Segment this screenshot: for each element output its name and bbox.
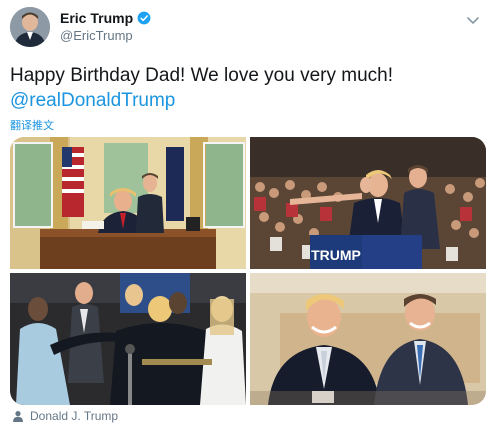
author-display-name[interactable]: Eric Trump (60, 10, 133, 26)
tweet-body: Happy Birthday Dad! We love you very muc… (10, 65, 393, 86)
photo-grid: TRUMP (10, 137, 486, 405)
translate-tweet-link[interactable]: 翻译推文 (10, 117, 54, 133)
tweet-text: Happy Birthday Dad! We love you very muc… (10, 63, 393, 113)
chevron-down-icon[interactable] (465, 12, 481, 28)
tweet-card: Eric Trump @EricTrump Happy Birthday Dad… (0, 0, 499, 432)
oval-office-photo[interactable] (10, 137, 246, 269)
person-icon (12, 410, 24, 422)
tagged-user-name[interactable]: Donald J. Trump (30, 409, 118, 423)
author-name-row[interactable]: Eric Trump (60, 10, 151, 26)
author-avatar[interactable] (10, 7, 50, 47)
family-embrace-photo[interactable] (10, 273, 246, 405)
verified-badge-icon (137, 11, 151, 25)
smiling-duo-photo[interactable] (250, 273, 486, 405)
tagged-user[interactable]: Donald J. Trump (12, 409, 118, 423)
podium-sign-text: TRUMP (311, 247, 361, 263)
rally-photo[interactable]: TRUMP (250, 137, 486, 269)
mention-link[interactable]: @realDonaldTrump (10, 88, 393, 113)
author-handle[interactable]: @EricTrump (60, 28, 133, 43)
